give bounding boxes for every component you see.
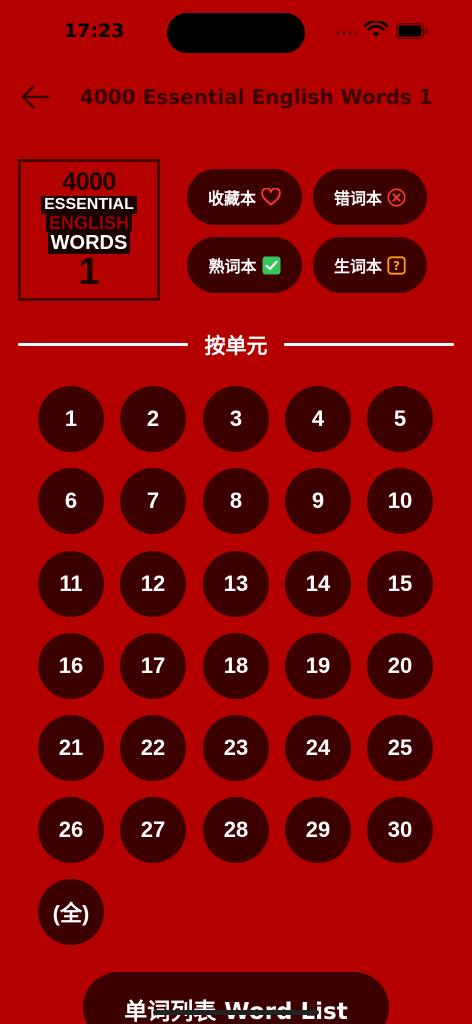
familiar-words-button[interactable]: 熟词本 (187, 237, 302, 293)
unfamiliar-label: 生词本 (333, 257, 382, 276)
mistakes-button[interactable]: 错词本 (313, 169, 427, 225)
unit-button[interactable]: 22 (120, 715, 186, 781)
word-list-button[interactable]: 单词列表 Word List (83, 972, 389, 1024)
unit-button[interactable]: 27 (120, 797, 186, 863)
unit-button[interactable]: 18 (203, 633, 269, 699)
unit-button[interactable]: 4 (285, 386, 351, 452)
back-button[interactable] (18, 82, 52, 112)
x-circle-icon (387, 188, 406, 207)
unit-button[interactable]: 5 (367, 386, 433, 452)
cover-text-line: ENGLISH (45, 213, 132, 232)
cover-text-line: 1 (78, 250, 100, 293)
unit-button[interactable]: 3 (203, 386, 269, 452)
unit-button[interactable]: 16 (38, 633, 104, 699)
question-square-icon: ? (387, 255, 406, 275)
book-cover-image: 4000 ESSENTIAL ENGLISH WORDS 1 (18, 159, 160, 301)
cover-text-line: 4000 (62, 167, 116, 196)
unit-button[interactable]: 23 (203, 715, 269, 781)
unit-button[interactable]: 21 (38, 715, 104, 781)
unit-button[interactable]: 20 (367, 633, 433, 699)
unit-button[interactable]: 9 (285, 468, 351, 534)
unit-button[interactable]: 15 (367, 551, 433, 617)
unit-button[interactable]: 29 (285, 797, 351, 863)
cellular-signal-icon (336, 31, 358, 35)
unit-button[interactable]: 8 (203, 468, 269, 534)
familiar-label: 熟词本 (208, 257, 257, 276)
unit-button[interactable]: 1 (38, 386, 104, 452)
unit-button[interactable]: 28 (203, 797, 269, 863)
unit-button[interactable]: 6 (38, 468, 104, 534)
header: 4000 Essential English Words 1 (0, 72, 472, 122)
status-time: 17:23 (64, 20, 125, 42)
mistakes-label: 错词本 (333, 189, 382, 208)
arrow-left-icon (21, 85, 50, 109)
unit-button[interactable]: 30 (367, 797, 433, 863)
divider-line-right (284, 343, 454, 346)
unit-button[interactable]: 17 (120, 633, 186, 699)
unit-button[interactable]: 26 (38, 797, 104, 863)
status-bar: 17:23 (0, 0, 472, 64)
unit-all-button[interactable]: (全) (38, 879, 104, 945)
unfamiliar-words-button[interactable]: 生词本 ? (313, 237, 427, 293)
unit-button[interactable]: 11 (38, 551, 104, 617)
unit-button[interactable]: 2 (120, 386, 186, 452)
favorites-label: 收藏本 (207, 189, 256, 208)
svg-text:?: ? (393, 259, 400, 273)
unit-button[interactable]: 10 (367, 468, 433, 534)
unit-button[interactable]: 7 (120, 468, 186, 534)
unit-button[interactable]: 25 (367, 715, 433, 781)
unit-button[interactable]: 12 (120, 551, 186, 617)
unit-button[interactable]: 19 (285, 633, 351, 699)
dynamic-island (167, 13, 305, 53)
heart-icon (261, 188, 281, 206)
wifi-icon (364, 21, 388, 37)
home-indicator (153, 1010, 319, 1015)
unit-button[interactable]: 24 (285, 715, 351, 781)
checkmark-square-icon (262, 256, 281, 275)
battery-icon (396, 23, 428, 39)
unit-button[interactable]: 14 (285, 551, 351, 617)
word-list-label: 单词列表 Word List (124, 999, 348, 1024)
page-title: 4000 Essential English Words 1 (80, 85, 433, 109)
unit-button[interactable]: 13 (203, 551, 269, 617)
cover-text-line: ESSENTIAL (41, 195, 137, 214)
favorites-button[interactable]: 收藏本 (187, 169, 302, 225)
